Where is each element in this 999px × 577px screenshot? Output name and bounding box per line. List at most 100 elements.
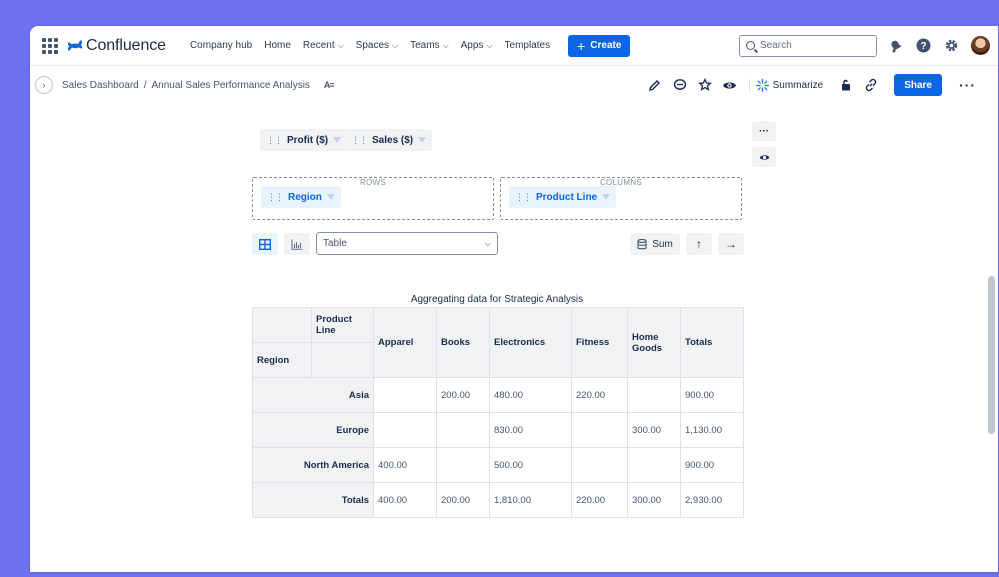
- drag-handle-icon: ⋮⋮: [351, 134, 368, 145]
- drag-handle-icon: ⋮⋮: [266, 134, 283, 145]
- aggregator-button[interactable]: Sum: [630, 233, 680, 255]
- pivot-table: Product Line Apparel Books Electronics F…: [252, 307, 744, 518]
- more-actions-icon[interactable]: ···: [959, 77, 976, 93]
- column-header: Fitness: [571, 307, 628, 378]
- renderer-select-value: Table: [323, 238, 347, 249]
- app-switcher-icon[interactable]: [42, 37, 58, 54]
- create-button[interactable]: + Create: [568, 34, 631, 57]
- rows-dropzone[interactable]: ROWS ⋮⋮ Region: [252, 177, 494, 220]
- restrictions-lock-icon[interactable]: [838, 77, 854, 93]
- column-header: Home Goods: [627, 307, 681, 378]
- aggregator-label: Sum: [652, 238, 673, 250]
- column-axis-header: Product Line: [311, 307, 374, 343]
- nav-link-label: Teams: [410, 40, 440, 51]
- edit-pencil-icon[interactable]: [647, 77, 663, 93]
- filter-icon[interactable]: [326, 194, 335, 200]
- row-header: Europe: [252, 412, 374, 448]
- logo-text: Confluence: [86, 36, 166, 54]
- summarize-button[interactable]: Summarize: [748, 78, 830, 92]
- filter-icon[interactable]: [602, 194, 611, 200]
- star-icon[interactable]: [697, 77, 713, 93]
- nav-home[interactable]: Home: [258, 36, 297, 55]
- table-row: Asia 200.00 480.00 220.00 900.00: [252, 377, 744, 413]
- table-cell: 480.00: [489, 377, 572, 413]
- breadcrumb-item[interactable]: Annual Sales Performance Analysis: [152, 80, 310, 91]
- field-chip-sales[interactable]: ⋮⋮ Sales ($): [345, 129, 433, 151]
- field-chip-label: Profit ($): [287, 134, 329, 146]
- nav-templates[interactable]: Templates: [499, 36, 557, 55]
- table-cell: [571, 447, 628, 483]
- columns-dropzone[interactable]: COLUMNS ⋮⋮ Product Line: [500, 177, 742, 220]
- summarize-label: Summarize: [772, 79, 824, 91]
- table-cell: 2,930.00: [680, 482, 744, 518]
- more-options-icon[interactable]: ···: [752, 121, 776, 141]
- table-corner-cell: [252, 307, 312, 343]
- sort-arrow-up-icon[interactable]: ↑: [686, 233, 712, 255]
- table-cell: [627, 377, 681, 413]
- share-label: Share: [904, 79, 932, 91]
- svg-text:?: ?: [920, 41, 926, 52]
- expand-sidebar-chevron-icon[interactable]: ›: [35, 76, 53, 94]
- page-scrollbar[interactable]: [988, 276, 995, 434]
- watch-eye-icon[interactable]: [722, 77, 738, 93]
- table-cell: 220.00: [571, 377, 628, 413]
- field-chip-label: Sales ($): [372, 134, 414, 146]
- copy-link-icon[interactable]: [863, 77, 879, 93]
- column-header: Electronics: [489, 307, 572, 378]
- nav-company-hub[interactable]: Company hub: [184, 36, 258, 55]
- chevron-down-icon: ⌵: [484, 238, 491, 248]
- table-cell: 220.00: [571, 482, 628, 518]
- field-chip-profit[interactable]: ⋮⋮ Profit ($): [260, 129, 348, 151]
- search-input[interactable]: Search: [739, 34, 877, 57]
- text-width-icon[interactable]: A≡: [324, 80, 335, 90]
- plus-icon: +: [577, 37, 586, 54]
- nav-spaces[interactable]: Spaces ⌵: [350, 36, 404, 55]
- nav-link-label: Spaces: [355, 40, 390, 51]
- filter-icon[interactable]: [418, 137, 427, 143]
- field-chip-product-line[interactable]: ⋮⋮ Product Line: [509, 186, 617, 208]
- breadcrumb-bar: › Sales Dashboard / Annual Sales Perform…: [30, 66, 998, 104]
- sort-arrow-right-icon[interactable]: →: [718, 233, 744, 255]
- nav-link-label: Company hub: [189, 40, 253, 51]
- ai-sparkle-icon: [755, 78, 769, 92]
- confluence-logo[interactable]: Confluence: [68, 37, 166, 55]
- page-content: ⋮⋮ Profit ($) ⋮⋮ Sales ($) ··· ROWS ⋮⋮ R…: [30, 106, 998, 572]
- chart-view-icon[interactable]: [284, 233, 310, 255]
- database-icon: [637, 238, 647, 249]
- table-cell: 830.00: [489, 412, 572, 448]
- confluence-logo-icon: [68, 40, 82, 50]
- nav-apps[interactable]: Apps ⌵: [455, 36, 499, 55]
- table-view-icon[interactable]: [252, 233, 278, 255]
- renderer-select[interactable]: Table ⌵: [316, 232, 498, 255]
- breadcrumb-item[interactable]: Sales Dashboard: [62, 80, 139, 91]
- field-chip-region[interactable]: ⋮⋮ Region: [261, 186, 341, 208]
- table-cell: [627, 447, 681, 483]
- nav-recent[interactable]: Recent ⌵: [297, 36, 350, 55]
- nav-link-label: Recent: [302, 40, 335, 51]
- field-chip-label: Region: [288, 191, 322, 203]
- top-nav: Confluence Company hub Home Recent ⌵ Spac…: [30, 26, 998, 66]
- nav-icon-group: ?: [887, 36, 990, 55]
- table-cell: [436, 412, 490, 448]
- drag-handle-icon: ⋮⋮: [515, 191, 532, 202]
- table-row: North America 400.00 500.00 900.00: [252, 447, 744, 483]
- notifications-icon[interactable]: [887, 37, 904, 54]
- row-header: Totals: [252, 482, 374, 518]
- filter-icon[interactable]: [333, 137, 342, 143]
- column-header: Apparel: [373, 307, 437, 378]
- share-button[interactable]: Share: [894, 74, 942, 96]
- chevron-down-icon: ⌵: [442, 40, 449, 50]
- preview-eye-icon[interactable]: [752, 147, 776, 167]
- help-icon[interactable]: ?: [915, 37, 932, 54]
- comment-icon[interactable]: [672, 77, 688, 93]
- table-cell: [373, 377, 437, 413]
- nav-teams[interactable]: Teams ⌵: [404, 36, 455, 55]
- user-avatar[interactable]: [971, 36, 990, 55]
- table-cell: 400.00: [373, 447, 437, 483]
- page-actions: Summarize Share ···: [647, 74, 976, 96]
- nav-link-label: Templates: [504, 40, 551, 51]
- chevron-down-icon: ⌵: [486, 40, 493, 50]
- table-row-totals: Totals 400.00 200.00 1,810.00 220.00 300…: [252, 482, 744, 518]
- settings-gear-icon[interactable]: [943, 37, 960, 54]
- row-header: North America: [252, 447, 374, 483]
